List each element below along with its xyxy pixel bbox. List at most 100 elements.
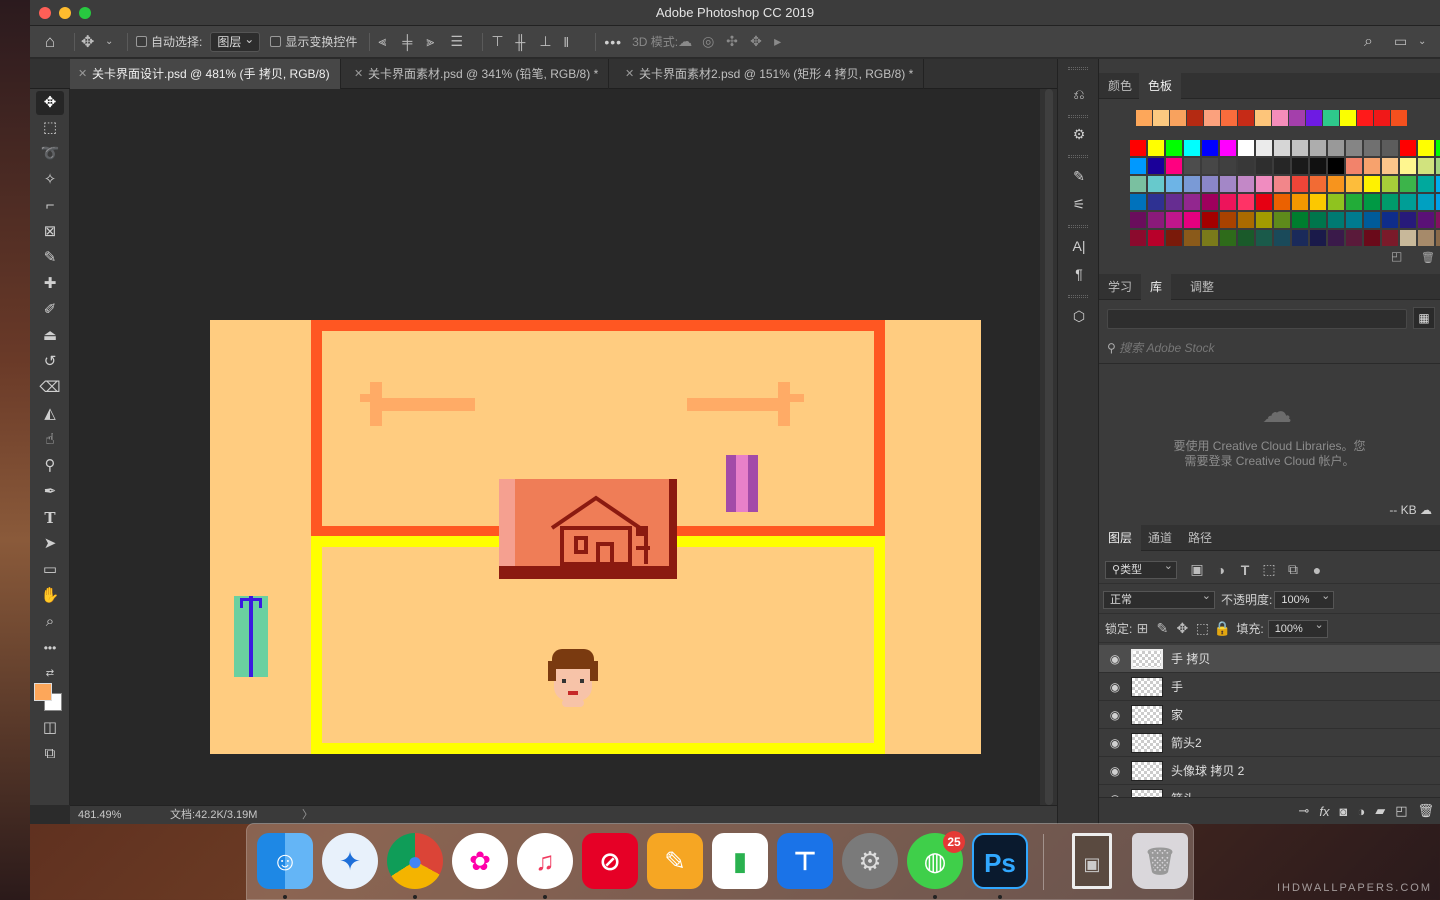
quick-mask-icon[interactable]: ◫ [36,716,64,740]
recent-swatch[interactable] [1255,110,1271,126]
color-swatch[interactable] [1220,194,1236,210]
tab-channels[interactable]: 通道 [1139,525,1181,551]
color-swatch[interactable] [1220,230,1236,246]
tab-learn[interactable]: 学习 [1099,274,1141,300]
color-swatch[interactable] [1400,176,1416,192]
layer-row[interactable]: ◉ 箭头2 [1099,729,1440,757]
color-swatch[interactable] [1184,194,1200,210]
color-swatch[interactable] [1382,212,1398,228]
chrome-icon[interactable]: ● [387,833,443,889]
color-swatch[interactable] [1310,194,1326,210]
close-window-button[interactable] [39,7,51,19]
eye-icon[interactable]: ◉ [1099,764,1131,778]
lock-position-icon[interactable]: ✥ [1172,620,1192,637]
color-swatch[interactable] [1418,176,1434,192]
3d-slide-icon[interactable]: ✥ [750,26,774,58]
recent-swatch[interactable] [1340,110,1356,126]
hand-tool-icon[interactable]: ✋ [36,584,64,608]
color-swatch[interactable] [1238,140,1254,156]
recent-swatch[interactable] [1323,110,1339,126]
drag-handle[interactable] [1068,295,1088,298]
color-swatch[interactable] [1256,212,1272,228]
foreground-color-swatch[interactable] [34,683,52,701]
align-middle-icon[interactable]: ╫ [515,26,539,58]
color-swatch[interactable] [1310,212,1326,228]
color-swatch[interactable] [1220,140,1236,156]
photos-icon[interactable]: ✿ [452,833,508,889]
search-icon[interactable]: ⌕ [1364,26,1388,58]
recent-swatch[interactable] [1153,110,1169,126]
type-tool-icon[interactable]: T [36,506,64,530]
artboard[interactable] [210,320,981,754]
layer-row[interactable]: ◉ 家 [1099,701,1440,729]
color-swatch[interactable] [1328,230,1344,246]
lock-all-icon[interactable]: 🔒 [1212,620,1232,637]
numbers-icon[interactable]: ▮ [712,833,768,889]
color-swatch[interactable] [1400,158,1416,174]
tab-document-2[interactable]: ✕ 关卡界面素材.psd @ 341% (铅笔, RGB/8) * [346,59,610,89]
pixel-filter-icon[interactable]: ▣ [1185,561,1209,578]
3d-scale-icon[interactable]: ▸ [774,26,798,58]
tab-library[interactable]: 库 [1141,274,1172,300]
color-swatch[interactable] [1130,212,1146,228]
character-icon[interactable]: A| [1067,235,1091,257]
color-swatch[interactable] [1130,176,1146,192]
color-swatch[interactable] [1328,158,1344,174]
color-swatch[interactable] [1238,212,1254,228]
color-swatch[interactable] [1364,140,1380,156]
color-swatch[interactable] [1166,212,1182,228]
color-swatch[interactable] [1256,140,1272,156]
recent-swatch[interactable] [1289,110,1305,126]
color-swatch[interactable] [1346,230,1362,246]
color-swatch[interactable] [1130,230,1146,246]
recent-swatch[interactable] [1221,110,1237,126]
tab-layers[interactable]: 图层 [1099,525,1142,551]
workspace-icon[interactable]: ▭ [1394,26,1418,58]
layer-row[interactable]: ◉ 手 拷贝 [1099,645,1440,673]
path-selection-tool-icon[interactable]: ➤ [36,532,64,556]
color-swatch[interactable] [1436,158,1440,174]
tab-paths[interactable]: 路径 [1179,525,1221,551]
color-swatch[interactable] [1346,158,1362,174]
color-swatch[interactable] [1238,176,1254,192]
healing-brush-tool-icon[interactable]: ✚ [36,272,64,296]
color-swatch[interactable] [1346,194,1362,210]
eraser-tool-icon[interactable]: ⌫ [36,376,64,400]
align-top-icon[interactable]: ⊤ [491,26,515,58]
3d-orbit-icon[interactable]: ☁ [678,26,702,58]
color-swatch[interactable] [1130,140,1146,156]
color-swatch[interactable] [1184,176,1200,192]
adjustment-sliders-icon[interactable]: ⚟ [1067,193,1091,215]
color-swatch[interactable] [1346,140,1362,156]
color-swatch[interactable] [1418,140,1434,156]
color-swatch[interactable] [1364,194,1380,210]
marquee-tool-icon[interactable]: ⬚ [36,116,64,140]
paragraph-icon[interactable]: ¶ [1067,263,1091,285]
lock-transparent-icon[interactable]: ⊞ [1132,620,1152,637]
3d-drag-icon[interactable]: ✣ [726,26,750,58]
zoom-window-button[interactable] [79,7,91,19]
tab-document-1[interactable]: ✕ 关卡界面设计.psd @ 481% (手 拷贝, RGB/8) [70,59,341,89]
color-swatch[interactable] [1184,230,1200,246]
color-swatch[interactable] [1292,212,1308,228]
drag-handle[interactable] [1068,225,1088,228]
color-swatch[interactable] [1184,140,1200,156]
tab-color[interactable]: 颜色 [1099,73,1141,99]
trash-icon[interactable]: 🗑 [1417,803,1434,819]
color-swatch[interactable] [1328,194,1344,210]
recent-swatch[interactable] [1187,110,1203,126]
lasso-tool-icon[interactable]: ➰ [36,142,64,166]
color-swatch[interactable] [1274,176,1290,192]
checkbox-box[interactable] [136,36,147,47]
color-swatch[interactable] [1382,194,1398,210]
cloud-sync-icon[interactable]: ☁ [1420,503,1432,517]
type-filter-icon[interactable]: T [1233,562,1257,578]
color-swatch[interactable] [1238,158,1254,174]
recent-swatch[interactable] [1374,110,1390,126]
crop-tool-icon[interactable]: ⌐ [36,194,64,218]
fill-input[interactable]: 100% [1267,617,1328,638]
eyedropper-tool-icon[interactable]: ✎ [36,246,64,270]
minimize-window-button[interactable] [59,7,71,19]
recent-swatch[interactable] [1170,110,1186,126]
color-swatch[interactable] [1346,176,1362,192]
